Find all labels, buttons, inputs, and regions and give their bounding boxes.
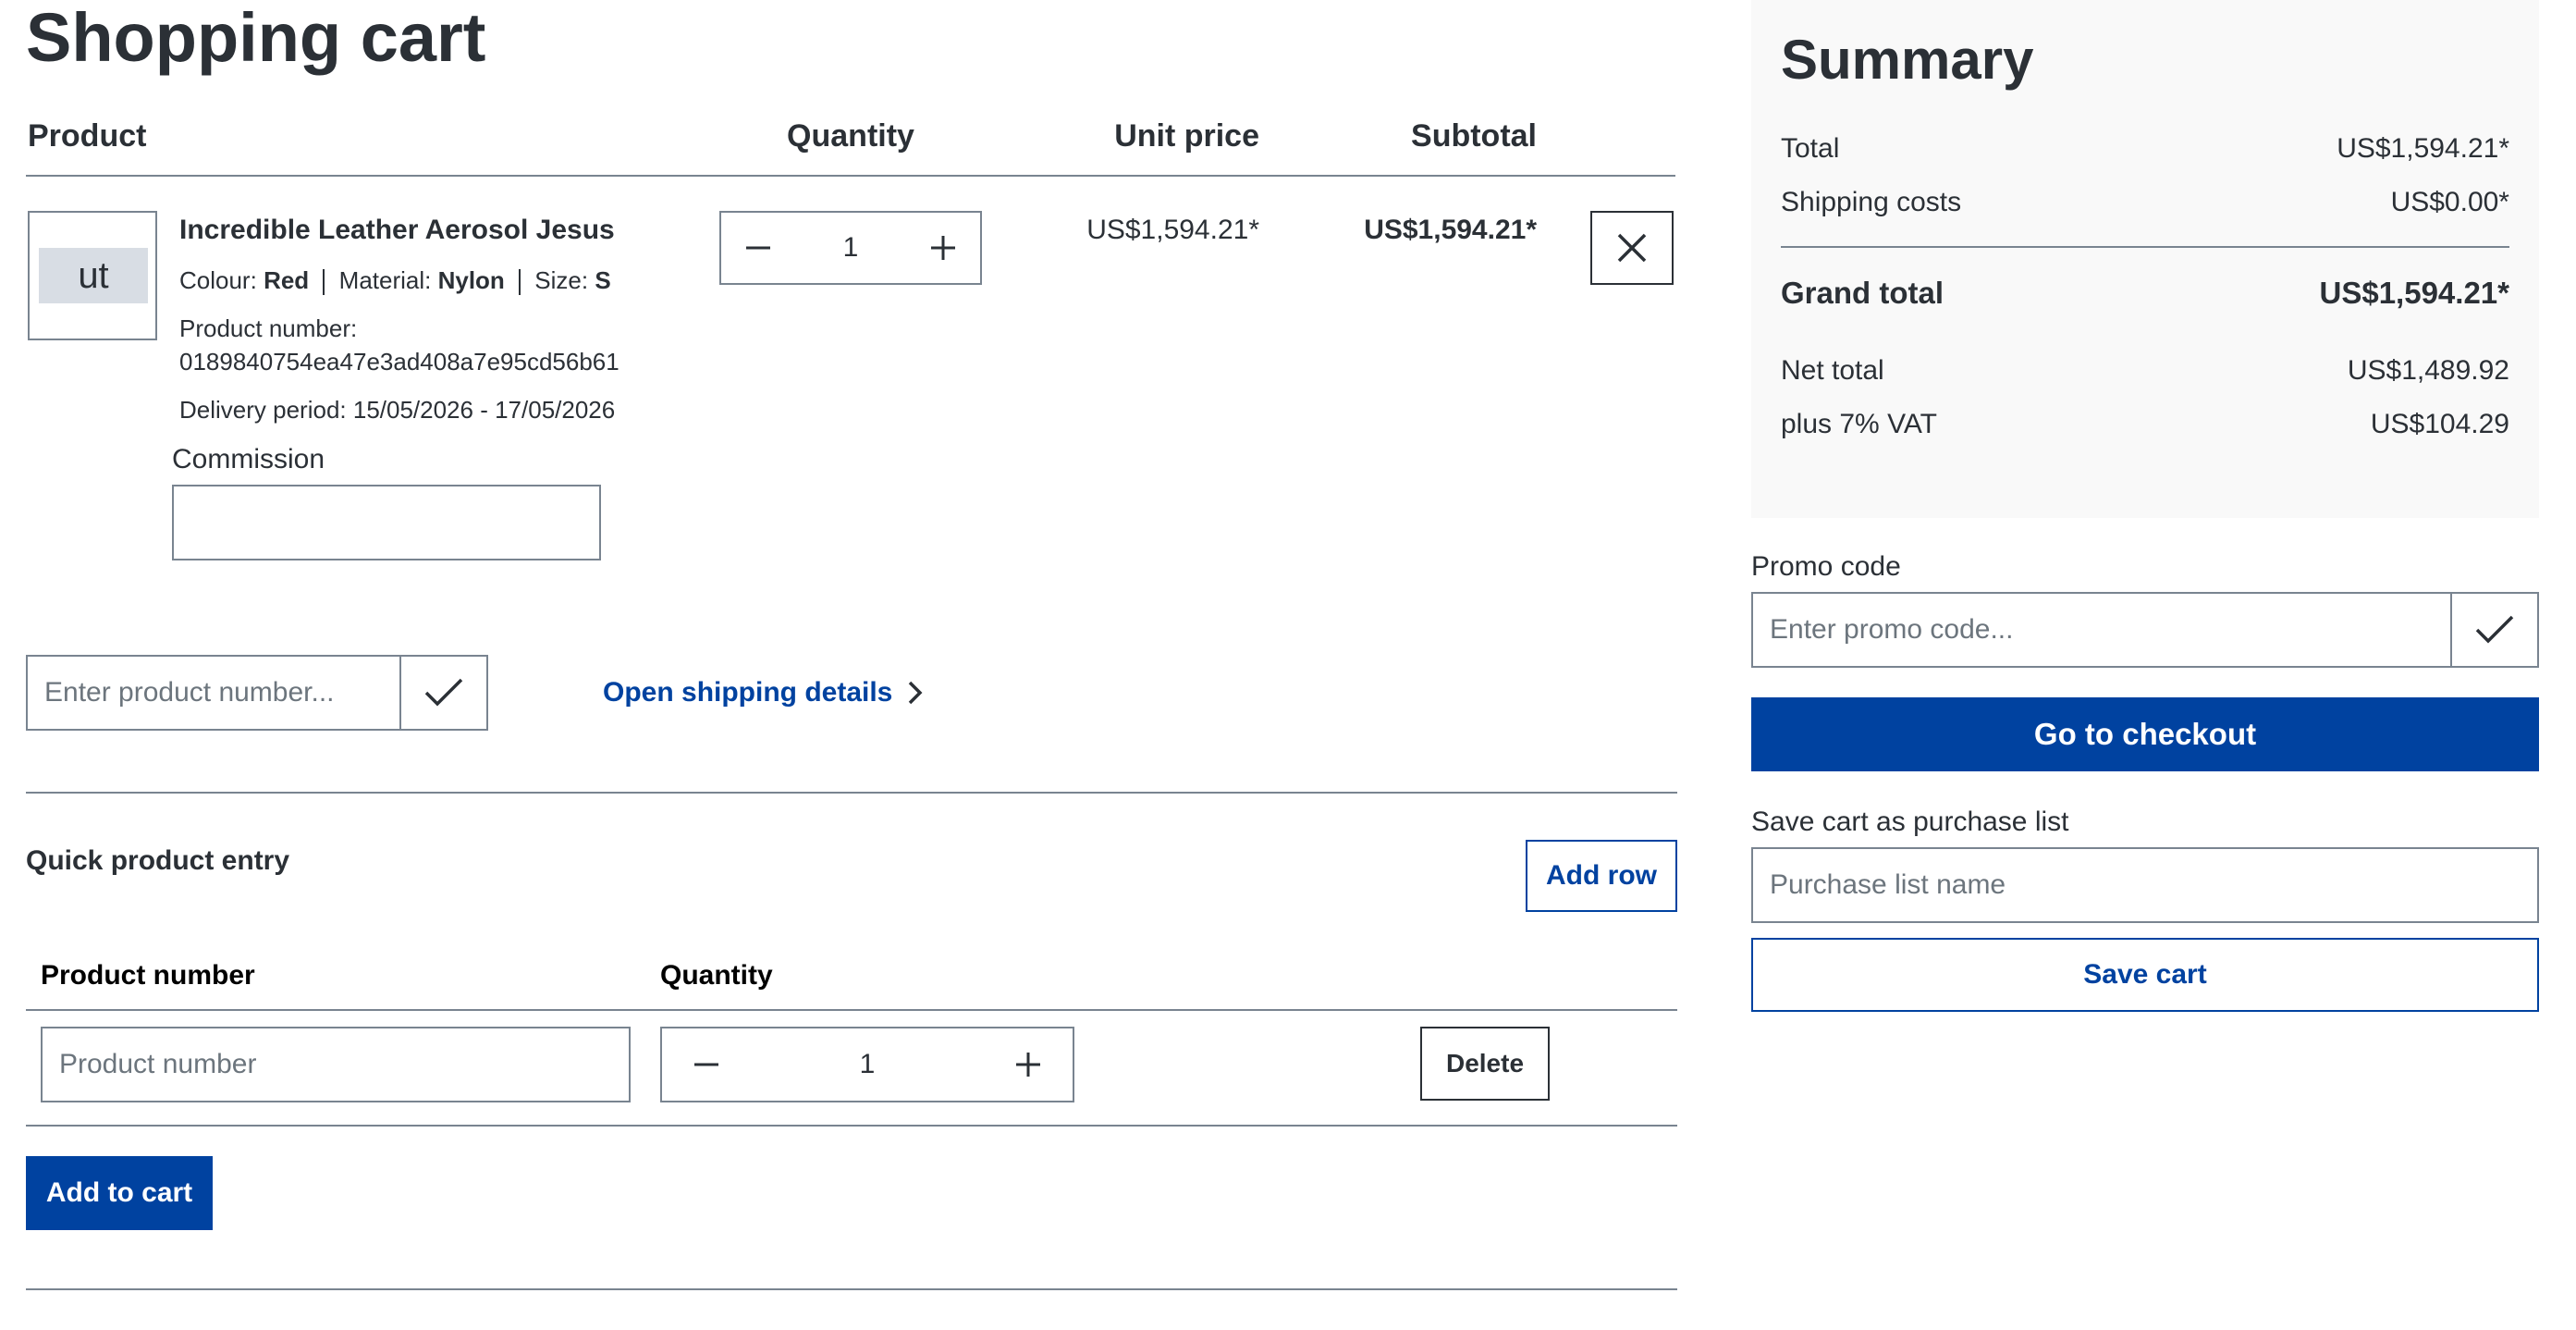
purchase-list-name-input[interactable] bbox=[1751, 847, 2539, 923]
summary-title: Summary bbox=[1781, 29, 2034, 91]
delivery-period: Delivery period: 15/05/2026 - 17/05/2026 bbox=[179, 396, 616, 424]
summary-total-label: Total bbox=[1781, 133, 1840, 164]
add-to-cart-button[interactable]: Add to cart bbox=[26, 1156, 213, 1230]
colour-label: Colour: bbox=[179, 266, 257, 294]
commission-input[interactable] bbox=[172, 485, 601, 560]
product-options: Colour: Red Material: Nylon Size: S bbox=[179, 266, 611, 296]
size-value: S bbox=[595, 266, 611, 294]
plus-icon[interactable] bbox=[906, 213, 980, 283]
quick-entry-quantity-stepper[interactable]: 1 bbox=[660, 1027, 1074, 1102]
option-separator bbox=[323, 269, 325, 296]
summary-vat-value: US$104.29 bbox=[2370, 409, 2509, 439]
go-to-checkout-button[interactable]: Go to checkout bbox=[1751, 697, 2539, 771]
quick-entry-row-divider bbox=[26, 1125, 1677, 1127]
product-number-label: Product number: bbox=[179, 314, 358, 342]
summary-grand-total-value: US$1,594.21* bbox=[2319, 276, 2510, 310]
summary-divider bbox=[1781, 246, 2509, 248]
line-item-subtotal: US$1,594.21* bbox=[1364, 215, 1537, 245]
header-quantity: Quantity bbox=[787, 118, 914, 154]
line-item-quantity-stepper[interactable]: 1 bbox=[719, 211, 982, 285]
header-unit-price: Unit price bbox=[1114, 118, 1259, 154]
summary-net-total-value: US$1,489.92 bbox=[2347, 355, 2509, 386]
summary-vat-label: plus 7% VAT bbox=[1781, 409, 1937, 439]
promo-code-label: Promo code bbox=[1751, 551, 1901, 582]
save-cart-button[interactable]: Save cart bbox=[1751, 938, 2539, 1012]
summary-total-value: US$1,594.21* bbox=[2337, 133, 2509, 164]
page-title: Shopping cart bbox=[26, 0, 486, 76]
thumbnail-placeholder: ut bbox=[39, 248, 148, 303]
bottom-divider bbox=[26, 1288, 1677, 1290]
summary-net-total-label: Net total bbox=[1781, 355, 1884, 386]
minus-icon[interactable] bbox=[721, 213, 795, 283]
thumbnail-text: ut bbox=[78, 254, 109, 296]
product-name[interactable]: Incredible Leather Aerosol Jesus bbox=[179, 215, 615, 246]
product-thumbnail[interactable]: ut bbox=[28, 211, 157, 340]
add-product-number-input[interactable] bbox=[26, 655, 401, 731]
check-icon bbox=[2475, 615, 2514, 644]
add-product-submit-button[interactable] bbox=[399, 655, 488, 731]
promo-code-input[interactable] bbox=[1751, 592, 2452, 668]
minus-icon[interactable] bbox=[662, 1028, 751, 1101]
header-product: Product bbox=[28, 118, 147, 154]
plus-icon[interactable] bbox=[984, 1028, 1073, 1101]
quick-entry-product-number-input[interactable] bbox=[41, 1027, 631, 1102]
remove-item-button[interactable] bbox=[1590, 211, 1674, 285]
line-item-unit-price: US$1,594.21* bbox=[1086, 215, 1259, 245]
summary-shipping-value: US$0.00* bbox=[2390, 187, 2509, 217]
summary-panel: Summary Total US$1,594.21* Shipping cost… bbox=[1751, 0, 2539, 518]
check-icon bbox=[424, 678, 463, 707]
size-label: Size: bbox=[534, 266, 589, 294]
header-subtotal: Subtotal bbox=[1411, 118, 1537, 154]
material-label: Material: bbox=[338, 266, 432, 294]
chevron-right-icon bbox=[909, 681, 923, 705]
delete-row-button[interactable]: Delete bbox=[1420, 1027, 1550, 1101]
purchase-list-label: Save cart as purchase list bbox=[1751, 807, 2069, 837]
summary-shipping-label: Shipping costs bbox=[1781, 187, 1962, 217]
product-number-value: 0189840754ea47e3ad408a7e95cd56b61 bbox=[179, 348, 619, 376]
quick-entry-title: Quick product entry bbox=[26, 845, 290, 876]
section-divider bbox=[26, 792, 1677, 794]
shipping-link-label: Open shipping details bbox=[603, 677, 893, 708]
header-divider bbox=[26, 175, 1675, 177]
open-shipping-details-link[interactable]: Open shipping details bbox=[603, 677, 926, 708]
colour-value: Red bbox=[264, 266, 310, 294]
summary-grand-total-label: Grand total bbox=[1781, 276, 1944, 310]
add-row-button[interactable]: Add row bbox=[1526, 840, 1677, 912]
quick-entry-header-quantity: Quantity bbox=[660, 960, 773, 991]
commission-label: Commission bbox=[172, 444, 325, 474]
quick-entry-header-product-number: Product number bbox=[41, 960, 255, 991]
option-separator bbox=[519, 269, 521, 296]
promo-code-submit-button[interactable] bbox=[2450, 592, 2539, 668]
close-icon bbox=[1617, 233, 1647, 263]
quick-entry-header-divider bbox=[26, 1009, 1677, 1011]
material-value: Nylon bbox=[437, 266, 505, 294]
